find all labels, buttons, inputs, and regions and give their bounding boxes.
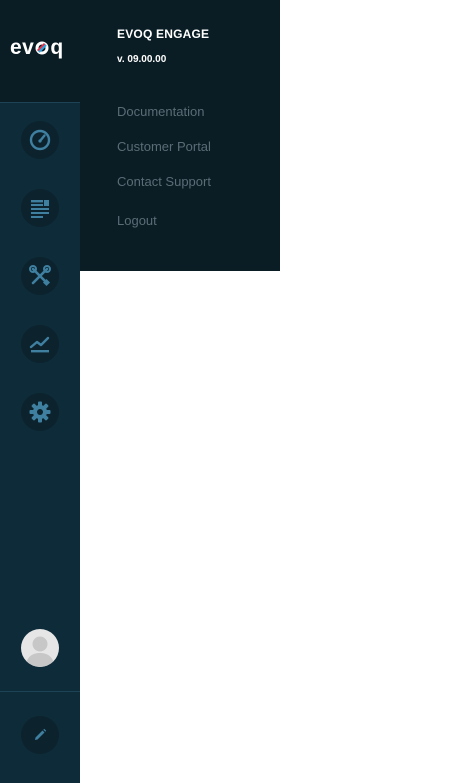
edit-mode-button[interactable] xyxy=(21,716,59,754)
user-avatar[interactable] xyxy=(21,629,59,667)
content-icon xyxy=(31,200,49,218)
product-name: EVOQ ENGAGE xyxy=(117,27,210,41)
settings-icon xyxy=(29,401,51,423)
product-version: v. 09.00.00 xyxy=(117,54,167,65)
nav-tools-button[interactable] xyxy=(21,257,59,295)
logo-text-end: q xyxy=(50,36,64,59)
user-avatar-icon xyxy=(25,636,55,667)
logo-area: ev q xyxy=(0,0,80,103)
evoq-logo[interactable]: ev q xyxy=(10,36,64,60)
logout-link[interactable]: Logout xyxy=(117,213,157,228)
nav-analytics-button[interactable] xyxy=(21,325,59,363)
sidebar-divider xyxy=(0,691,80,692)
sidebar: ev q xyxy=(0,0,80,783)
nav-content-button[interactable] xyxy=(21,189,59,227)
contact-support-link[interactable]: Contact Support xyxy=(117,174,211,189)
logo-text-start: ev xyxy=(10,36,35,59)
pencil-icon xyxy=(35,728,47,740)
customer-portal-link[interactable]: Customer Portal xyxy=(117,139,211,154)
logo-o-icon xyxy=(35,41,49,55)
tools-icon xyxy=(29,265,51,287)
nav-dashboard-button[interactable] xyxy=(21,121,59,159)
analytics-icon xyxy=(29,336,50,353)
nav-settings-button[interactable] xyxy=(21,393,59,431)
documentation-link[interactable]: Documentation xyxy=(117,104,204,119)
info-panel: EVOQ ENGAGE v. 09.00.00 Documentation Cu… xyxy=(80,0,280,271)
dashboard-icon xyxy=(29,129,51,151)
